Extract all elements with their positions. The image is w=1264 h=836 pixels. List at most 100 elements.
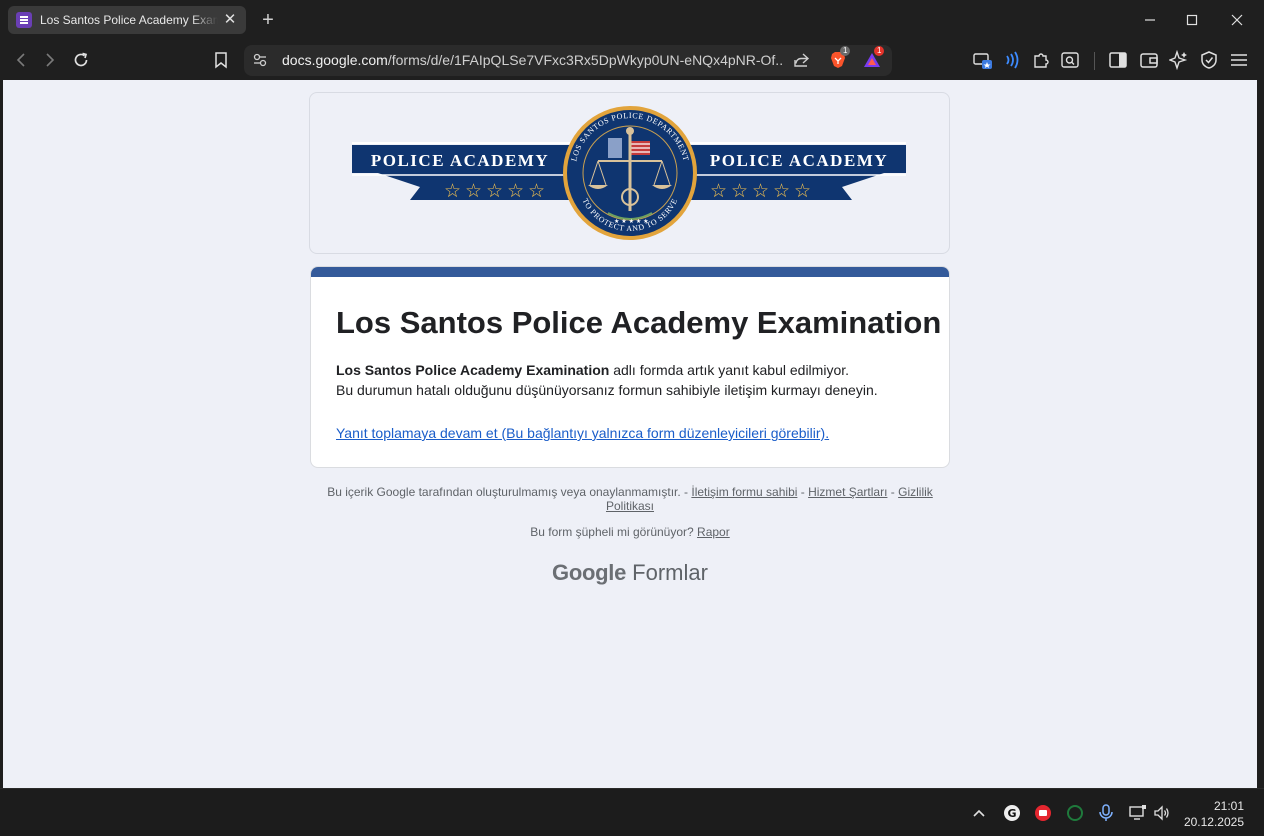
form-name-bold: Los Santos Police Academy Examination xyxy=(336,362,610,378)
url-text[interactable]: docs.google.com/forms/d/e/1FAIpQLSe7VFxc… xyxy=(282,52,782,68)
suspicious-text: Bu form şüpheli mi görünüyor? xyxy=(530,525,698,539)
reload-button[interactable] xyxy=(71,50,91,70)
contact-owner-link[interactable]: İletişim formu sahibi xyxy=(691,485,797,499)
left-banner-text: POLICE ACADEMY xyxy=(371,151,549,170)
speedreader-button[interactable] xyxy=(1002,50,1022,70)
wallet-button[interactable] xyxy=(1139,50,1159,70)
windows-taskbar: G 21:01 20.12.2025 xyxy=(0,788,1264,836)
leo-ai-button[interactable] xyxy=(1169,50,1189,70)
bookmark-button[interactable] xyxy=(211,50,231,70)
report-link[interactable]: Rapor xyxy=(697,525,730,539)
footer-disclaimer: Bu içerik Google tarafından oluşturulmam… xyxy=(310,485,950,513)
form-accent-bar xyxy=(311,267,949,277)
svg-text:☆: ☆ xyxy=(794,180,811,202)
forward-button[interactable] xyxy=(40,50,60,70)
google-forms-favicon-icon xyxy=(16,12,32,28)
clock-date: 20.12.2025 xyxy=(1183,815,1244,829)
search-box-icon xyxy=(1061,52,1079,68)
svg-text:☆: ☆ xyxy=(710,180,727,202)
shield-icon xyxy=(1201,51,1217,69)
lspd-seal: LOS SANTOS POLICE DEPARTMENT TO PROTECT … xyxy=(563,106,697,240)
footer-separator: - xyxy=(797,485,809,499)
form-closed-card: Los Santos Police Academy Examination Lo… xyxy=(310,266,950,468)
speaker-icon xyxy=(1154,805,1169,821)
tray-app-red[interactable] xyxy=(1033,803,1053,823)
microphone-icon xyxy=(1099,804,1113,821)
cast-button[interactable] xyxy=(973,50,993,70)
vpn-button[interactable] xyxy=(1199,50,1219,70)
right-banner-text: POLICE ACADEMY xyxy=(710,151,888,170)
svg-text:☆: ☆ xyxy=(465,180,482,202)
brave-shields-button[interactable]: 1 xyxy=(828,46,851,70)
svg-text:☆: ☆ xyxy=(528,180,545,202)
maximize-button[interactable] xyxy=(1169,0,1215,40)
clock-time: 21:01 xyxy=(1213,799,1244,813)
svg-text:★ ★ ★ ★ ★: ★ ★ ★ ★ ★ xyxy=(614,218,649,225)
form-closed-message: Los Santos Police Academy Examination ad… xyxy=(336,360,878,400)
continue-collecting-link[interactable]: Yanıt toplamaya devam et (Bu bağlantıyı … xyxy=(336,425,829,441)
new-tab-button[interactable]: + xyxy=(258,10,278,30)
footer-separator: - xyxy=(887,485,899,499)
maximize-icon xyxy=(1186,14,1198,26)
tab-bar: Los Santos Police Academy Examination ✕ … xyxy=(0,0,1264,40)
minimize-button[interactable] xyxy=(1127,0,1173,40)
show-hidden-icons-button[interactable] xyxy=(969,803,989,823)
wallet-icon xyxy=(1140,53,1158,68)
share-button[interactable] xyxy=(792,50,812,70)
url-path: /forms/d/e/1FAIpQLSe7VFxc3Rx5DpWkyp0UN-e… xyxy=(387,52,782,68)
logitech-g-icon: G xyxy=(1004,805,1020,821)
screen-cast-icon xyxy=(973,53,992,69)
form-contact-owner-text: Bu durumun hatalı olduğunu düşünüyorsanı… xyxy=(336,382,878,398)
disclaimer-text: Bu içerik Google tarafından oluşturulmam… xyxy=(327,485,692,499)
google-forms-logo[interactable]: Google Formlar xyxy=(310,560,950,586)
toolbar-divider xyxy=(1094,52,1095,70)
network-button[interactable] xyxy=(1128,803,1148,823)
reader-mode-button[interactable] xyxy=(1060,50,1080,70)
form-title: Los Santos Police Academy Examination xyxy=(336,305,942,340)
tab-close-icon[interactable]: ✕ xyxy=(222,12,238,28)
forms-wordmark: Formlar xyxy=(632,560,708,585)
terms-link[interactable]: Hizmet Şartları xyxy=(808,485,887,499)
site-info-button[interactable] xyxy=(250,50,270,70)
right-stars: ☆ ☆ ☆ ☆ ☆ xyxy=(710,180,811,202)
active-tab[interactable]: Los Santos Police Academy Examination ✕ xyxy=(8,6,246,34)
svg-text:☆: ☆ xyxy=(773,180,790,202)
svg-text:☆: ☆ xyxy=(752,180,769,202)
svg-text:G: G xyxy=(1007,807,1016,820)
volume-button[interactable] xyxy=(1152,803,1172,823)
tray-app-green[interactable] xyxy=(1065,803,1085,823)
google-wordmark: Google xyxy=(552,560,627,585)
form-header-banner: POLICE ACADEMY ☆ ☆ ☆ ☆ ☆ POLICE ACADEMY ☆ ☆ ☆ ☆… xyxy=(309,92,950,254)
page-content: POLICE ACADEMY ☆ ☆ ☆ ☆ ☆ POLICE ACADEMY ☆ ☆ ☆ ☆… xyxy=(3,80,1257,788)
brave-rewards-button[interactable]: 1 xyxy=(862,46,885,70)
puzzle-icon xyxy=(1034,53,1049,68)
back-button[interactable] xyxy=(11,50,31,70)
sidebar-button[interactable] xyxy=(1108,50,1128,70)
reload-icon xyxy=(74,52,88,67)
extensions-button[interactable] xyxy=(1031,50,1051,70)
site-settings-icon xyxy=(253,53,267,67)
green-circle-icon xyxy=(1067,805,1083,821)
bookmark-icon xyxy=(215,52,227,69)
menu-button[interactable] xyxy=(1229,50,1249,70)
microphone-button[interactable] xyxy=(1096,803,1116,823)
sparkle-icon xyxy=(1169,50,1188,70)
back-arrow-icon xyxy=(16,53,25,67)
tab-title: Los Santos Police Academy Examination xyxy=(40,13,218,27)
left-stars: ☆ ☆ ☆ ☆ ☆ xyxy=(444,180,545,202)
chevron-up-icon xyxy=(973,809,985,817)
hamburger-menu-icon xyxy=(1231,54,1247,66)
network-monitor-icon xyxy=(1129,805,1146,820)
close-window-button[interactable] xyxy=(1214,0,1260,40)
tray-app-g[interactable]: G xyxy=(1002,803,1022,823)
system-clock[interactable]: 21:01 20.12.2025 xyxy=(1184,798,1244,830)
form-closed-text: adlı formda artık yanıt kabul edilmiyor. xyxy=(609,362,850,378)
report-line: Bu form şüpheli mi görünüyor? Rapor xyxy=(310,525,950,539)
red-app-icon xyxy=(1035,805,1051,821)
svg-text:☆: ☆ xyxy=(486,180,503,202)
audio-waves-icon xyxy=(1006,51,1019,69)
share-icon xyxy=(794,53,810,67)
svg-text:☆: ☆ xyxy=(731,180,748,202)
minimize-icon xyxy=(1145,19,1155,21)
url-host: docs.google.com xyxy=(282,52,388,68)
